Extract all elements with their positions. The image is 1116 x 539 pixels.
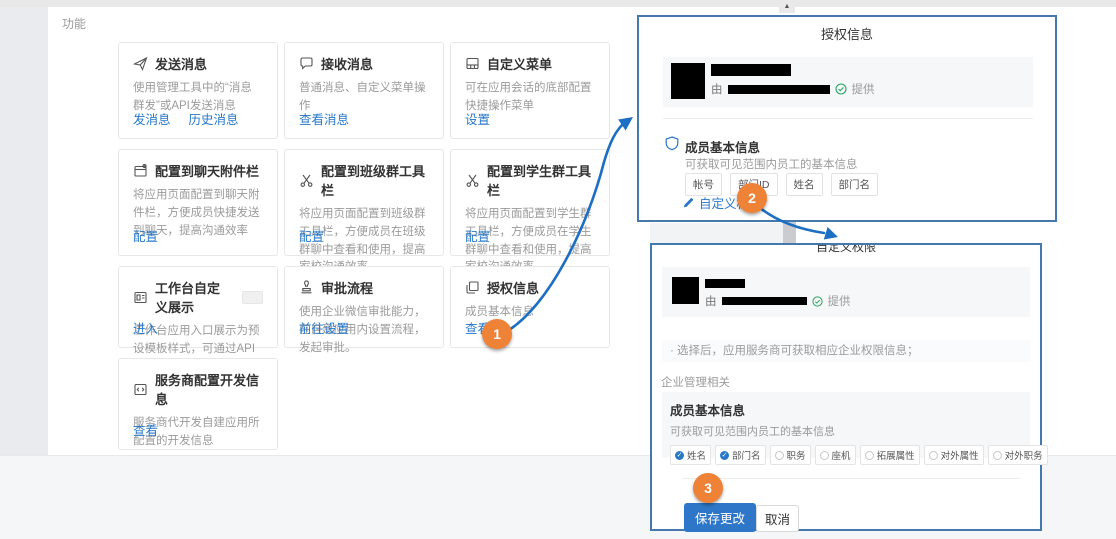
menu-icon: [465, 56, 480, 71]
member-info-title: 成员基本信息: [670, 400, 1022, 419]
approval-icon: [299, 280, 314, 295]
card-custom-menu: 自定义菜单 可在应用会话的底部配置快捷操作菜单 设置: [450, 42, 610, 139]
member-info-desc: 可获取可见范围内员工的基本信息: [670, 423, 1022, 439]
card-send-message: 发送消息 使用管理工具中的“消息群发”或API发送消息 发消息历史消息: [118, 42, 278, 139]
option-external-position[interactable]: ✓对外职务: [988, 445, 1048, 465]
divider: [663, 118, 1033, 119]
auth-icon: [465, 280, 480, 295]
card-title: 发送消息: [155, 54, 207, 73]
link-configure[interactable]: 配置: [465, 226, 490, 245]
card-workbench-display: 工作台自定义展示 工作台应用入口展示为预设模板样式，可通过API实时更新内容 当…: [118, 266, 278, 348]
scroll-up-icon[interactable]: ▲: [779, 0, 795, 13]
link-send-message[interactable]: 发消息: [133, 109, 171, 128]
provider-prefix: 由: [711, 81, 723, 97]
card-authorization-info: 授权信息 成员基本信息 查看: [450, 266, 610, 348]
option-external-attr[interactable]: ✓对外属性: [924, 445, 984, 465]
verified-check-icon: [835, 83, 847, 95]
card-title: 工作台自定义展示: [155, 278, 231, 316]
redacted-provider-name: [722, 297, 807, 305]
app-identity-block: 由 提供: [662, 267, 1030, 317]
option-position[interactable]: ✓职务: [770, 445, 811, 465]
link-history-message[interactable]: 历史消息: [189, 109, 239, 128]
member-info-desc: 可获取可见范围内员工的基本信息: [685, 156, 858, 172]
card-title: 配置到班级群工具栏: [321, 161, 429, 199]
provider-suffix: 提供: [852, 81, 875, 97]
card-title: 配置到聊天附件栏: [155, 161, 259, 180]
app-screenshot: ▲ 功能 发送消息 使用管理工具中的“消息群发”或API发送消息 发消息历史消息…: [0, 0, 1116, 539]
redacted-app-logo: [671, 63, 705, 99]
app-identity-block: 由 提供: [663, 57, 1033, 107]
card-title: 服务商配置开发信息: [155, 370, 263, 408]
tag-name: 姓名: [786, 173, 823, 196]
top-strip: [0, 0, 1116, 7]
link-setup[interactable]: 设置: [465, 109, 490, 128]
member-info-title: 成员基本信息: [685, 137, 760, 156]
option-dept-name[interactable]: ✓部门名: [715, 445, 766, 465]
option-extended-attr[interactable]: ✓拓展属性: [860, 445, 920, 465]
tag-dept-name: 部门名: [831, 173, 879, 196]
verified-check-icon: [812, 296, 823, 307]
callout-step-3: 3: [693, 473, 723, 503]
scissors-icon: [465, 173, 480, 188]
callout-step-1: 1: [482, 319, 512, 349]
option-name[interactable]: ✓姓名: [670, 445, 711, 465]
provider-suffix: 提供: [828, 293, 851, 309]
section-label: 功能: [62, 15, 86, 32]
cancel-button[interactable]: 取消: [756, 505, 799, 532]
send-icon: [133, 56, 148, 71]
link-go-setup[interactable]: 前往设置: [299, 318, 349, 337]
background-fragment: [650, 223, 784, 243]
scissors-icon: [299, 173, 314, 188]
link-view[interactable]: 查看: [133, 420, 158, 439]
group-label: 企业管理相关: [661, 374, 730, 390]
panel-title-clipped: 自定义权限: [652, 245, 1040, 254]
permission-options: ✓姓名 ✓部门名 ✓职务 ✓座机 ✓拓展属性 ✓对外属性 ✓对外职务: [670, 445, 1022, 465]
card-class-group-toolbar: 配置到班级群工具栏 将应用页面配置到班级群工具栏，方便成员在班级群聊中查看和使用…: [284, 149, 444, 256]
save-changes-button[interactable]: 保存更改: [684, 503, 756, 532]
link-configure[interactable]: 配置: [133, 226, 158, 245]
callout-step-2: 2: [737, 183, 767, 213]
option-landline[interactable]: ✓座机: [815, 445, 856, 465]
code-icon: [133, 382, 148, 397]
link-view-message[interactable]: 查看消息: [299, 109, 349, 128]
card-chat-attachment-bar: 配置到聊天附件栏 将应用页面配置到聊天附件栏，方便成员快捷发送到聊天，提高沟通效…: [118, 149, 278, 256]
left-sidebar: [0, 7, 48, 455]
provider-prefix: 由: [705, 293, 717, 309]
card-title: 审批流程: [321, 278, 373, 297]
card-title: 配置到学生群工具栏: [487, 161, 595, 199]
card-title: 授权信息: [487, 278, 539, 297]
redacted-app-name: [711, 64, 791, 76]
receive-icon: [299, 56, 314, 71]
shield-icon: [665, 136, 679, 151]
card-title: 接收消息: [321, 54, 373, 73]
beta-badge: [242, 291, 263, 304]
card-provider-dev-info: 服务商配置开发信息 服务商代开发自建应用所配置的开发信息 查看: [118, 358, 278, 450]
redacted-provider-name: [728, 85, 830, 94]
attachment-icon: [133, 163, 148, 178]
link-configure[interactable]: 配置: [299, 226, 324, 245]
link-enter[interactable]: 进入: [133, 318, 158, 337]
member-info-section: 成员基本信息 可获取可见范围内员工的基本信息 ✓姓名 ✓部门名 ✓职务 ✓座机 …: [662, 392, 1030, 458]
panel-title: 授权信息: [639, 24, 1055, 43]
scrollbar-thumb[interactable]: [783, 221, 796, 245]
card-title: 自定义菜单: [487, 54, 552, 73]
redacted-app-logo: [672, 277, 699, 304]
redacted-app-name: [705, 279, 745, 288]
workbench-icon: [133, 290, 148, 305]
divider: [682, 478, 1020, 479]
card-receive-message: 接收消息 普通消息、自定义菜单操作 查看消息: [284, 42, 444, 139]
selection-note: · 选择后，应用服务商可获取相应企业权限信息；: [662, 340, 1030, 362]
pencil-icon: [683, 197, 694, 208]
card-student-group-toolbar: 配置到学生群工具栏 将应用页面配置到学生群工具栏，方便成员在学生群聊中查看和使用…: [450, 149, 610, 256]
authorization-info-panel: 授权信息 由 提供 成员基本信息 可获取可见范围内员工的基本信息 帐号 部门ID…: [637, 15, 1057, 222]
card-approval-flow: 审批流程 使用企业微信审批能力，在自建应用内设置流程，发起审批。 前往设置: [284, 266, 444, 348]
